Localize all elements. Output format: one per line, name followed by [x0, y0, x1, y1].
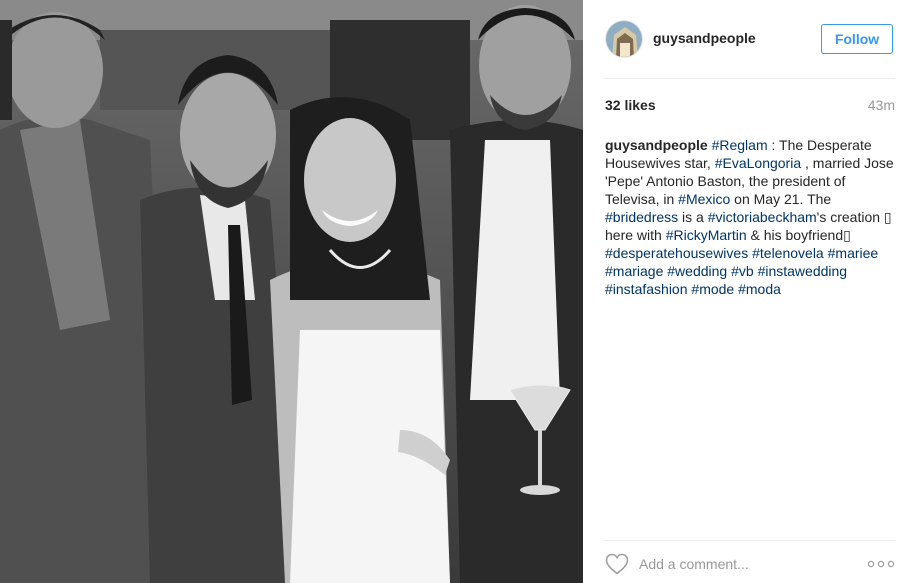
avatar[interactable] — [605, 20, 643, 58]
comment-input[interactable] — [639, 553, 839, 575]
caption-text: #Reglam : The Desperate Housewives star,… — [605, 137, 894, 297]
caption-text-segment: on May 21. The — [730, 191, 832, 207]
caption-username[interactable]: guysandpeople — [605, 137, 708, 153]
hashtag-link[interactable]: #instawedding — [758, 263, 848, 279]
more-options-icon[interactable] — [867, 555, 895, 573]
hashtag-link[interactable]: #Mexico — [678, 191, 730, 207]
caption-text-segment: & his boyfriend▯ — [746, 227, 851, 243]
avatar-image — [606, 21, 642, 57]
post-photo[interactable] — [0, 0, 583, 583]
post-header: guysandpeople Follow — [603, 0, 895, 79]
hashtag-link[interactable]: #vb — [731, 263, 754, 279]
follow-button[interactable]: Follow — [821, 24, 893, 54]
time-ago[interactable]: 43m — [868, 97, 895, 113]
hashtag-link[interactable]: #instafashion — [605, 281, 688, 297]
heart-icon[interactable] — [605, 553, 629, 575]
header-username[interactable]: guysandpeople — [653, 30, 756, 46]
post-sidebar: guysandpeople Follow 32 likes 43m guysan… — [583, 0, 916, 583]
caption-text-segment: is a — [678, 209, 708, 225]
hashtag-link[interactable]: #moda — [738, 281, 781, 297]
post-caption: guysandpeople #Reglam : The Desperate Ho… — [605, 136, 895, 298]
hashtag-link[interactable]: #mode — [691, 281, 734, 297]
hashtag-link[interactable]: #mariage — [605, 263, 663, 279]
instagram-post: guysandpeople Follow 32 likes 43m guysan… — [0, 0, 916, 583]
more-options-dots — [867, 560, 895, 568]
hashtag-link[interactable]: #victoriabeckham — [708, 209, 817, 225]
heart-icon-shape — [605, 553, 629, 575]
hashtag-link[interactable]: #bridedress — [605, 209, 678, 225]
hashtag-link[interactable]: #RickyMartin — [666, 227, 747, 243]
comment-bar — [603, 540, 895, 583]
hashtag-link[interactable]: #Reglam — [712, 137, 768, 153]
post-stats: 32 likes 43m — [603, 97, 895, 117]
likes-count[interactable]: 32 likes — [605, 97, 656, 113]
hashtag-link[interactable]: #mariee — [828, 245, 879, 261]
photo-illustration — [0, 0, 583, 583]
hashtag-link[interactable]: #desperatehousewives — [605, 245, 748, 261]
hashtag-link[interactable]: #telenovela — [752, 245, 824, 261]
hashtag-link[interactable]: #wedding — [667, 263, 727, 279]
hashtag-link[interactable]: #EvaLongoria — [715, 155, 801, 171]
